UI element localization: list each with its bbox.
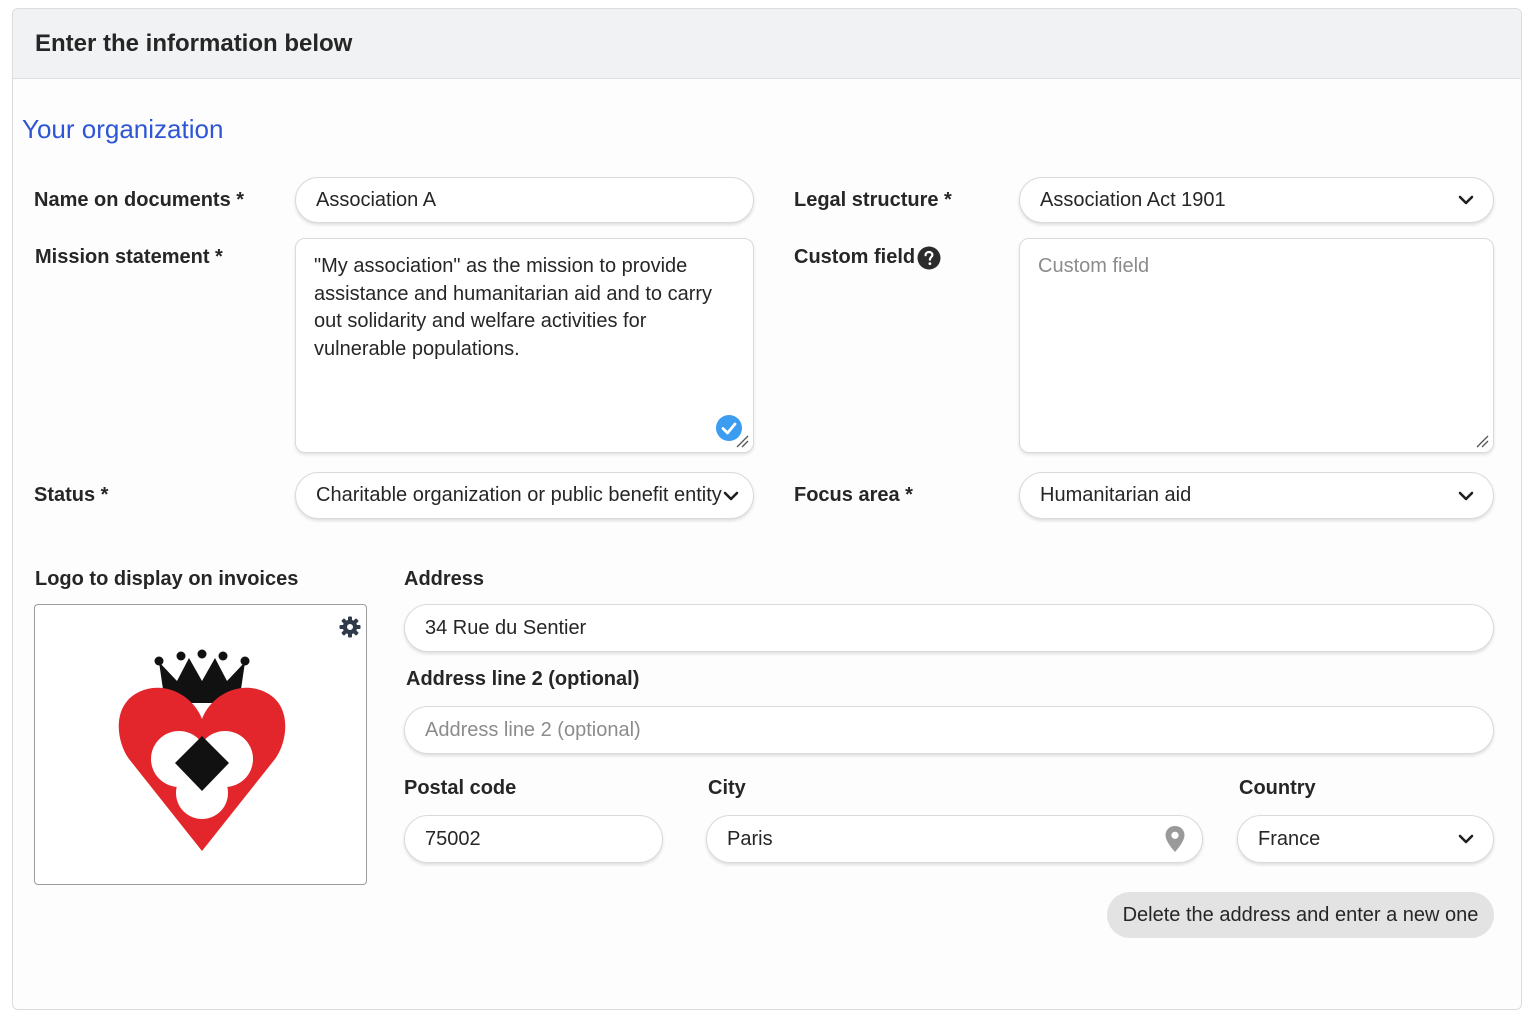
chevron-down-icon	[723, 491, 739, 500]
legal-structure-label: Legal structure *	[794, 189, 952, 211]
status-select[interactable]: Charitable organization or public benefi…	[295, 472, 754, 519]
city-input[interactable]: Paris	[706, 815, 1203, 863]
mission-statement-textarea[interactable]: "My association" as the mission to provi…	[295, 238, 754, 453]
logo-label: Logo to display on invoices	[35, 568, 299, 590]
logo-upload-box[interactable]	[34, 604, 367, 885]
custom-field-textarea[interactable]: Custom field	[1019, 238, 1494, 453]
address-value: 34 Rue du Sentier	[425, 616, 587, 639]
city-value: Paris	[727, 827, 773, 850]
country-select[interactable]: France	[1237, 815, 1494, 863]
panel-header: Enter the information below	[13, 9, 1521, 79]
custom-field-placeholder: Custom field	[1038, 255, 1150, 277]
legal-structure-select[interactable]: Association Act 1901	[1019, 177, 1494, 223]
name-on-documents-label: Name on documents *	[34, 189, 245, 211]
name-on-documents-value: Association A	[316, 188, 437, 211]
status-value: Charitable organization or public benefi…	[316, 484, 722, 506]
country-label: Country	[1239, 777, 1316, 799]
custom-field-label: Custom field	[794, 246, 916, 268]
resize-handle-icon[interactable]	[1475, 434, 1489, 448]
chevron-down-icon	[1458, 491, 1474, 500]
city-label: City	[708, 777, 746, 799]
section-title: Your organization	[22, 114, 224, 144]
legal-structure-value: Association Act 1901	[1040, 188, 1226, 211]
focus-area-label: Focus area *	[794, 484, 913, 506]
address-line2-placeholder: Address line 2 (optional)	[425, 718, 641, 741]
postal-code-value: 75002	[425, 827, 481, 850]
map-pin-icon	[1165, 826, 1185, 852]
address-label: Address	[404, 568, 485, 590]
mission-statement-value: "My association" as the mission to provi…	[314, 255, 713, 360]
question-circle-icon[interactable]	[917, 246, 941, 270]
panel-title: Enter the information below	[35, 30, 353, 57]
postal-code-input[interactable]: 75002	[404, 815, 663, 863]
country-value: France	[1258, 827, 1321, 850]
organization-logo	[118, 649, 286, 851]
focus-area-select[interactable]: Humanitarian aid	[1019, 472, 1494, 519]
focus-area-value: Humanitarian aid	[1040, 484, 1192, 506]
address-input[interactable]: 34 Rue du Sentier	[404, 604, 1494, 652]
gear-icon[interactable]	[338, 615, 362, 639]
address-line2-input[interactable]: Address line 2 (optional)	[404, 706, 1494, 754]
mission-statement-label: Mission statement *	[35, 246, 223, 268]
delete-address-button[interactable]: Delete the address and enter a new one	[1107, 892, 1494, 938]
postal-code-label: Postal code	[404, 777, 517, 799]
name-on-documents-input[interactable]: Association A	[295, 177, 754, 223]
chevron-down-icon	[1458, 195, 1474, 205]
chevron-down-icon	[1458, 834, 1474, 844]
status-label: Status *	[34, 484, 109, 506]
resize-handle-icon[interactable]	[735, 434, 749, 448]
address-line2-label: Address line 2 (optional)	[406, 668, 640, 690]
